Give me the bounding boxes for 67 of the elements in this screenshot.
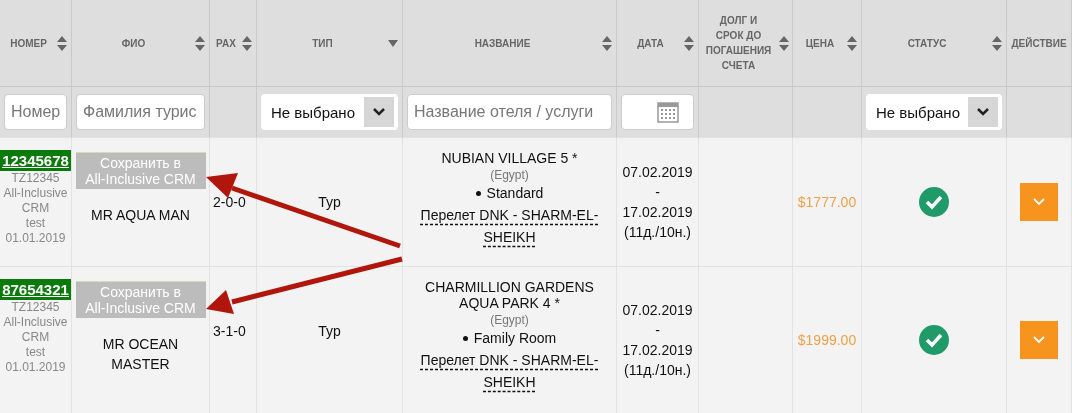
pax-text: 3-1-0: [213, 322, 247, 341]
country-text: (Egypt): [490, 167, 529, 184]
date-text: 17.02.2019: [622, 341, 693, 360]
order-meta-text: All-Inclusive: [3, 186, 68, 201]
date-text: (11д./10н.): [624, 223, 691, 242]
order-meta-text: test: [25, 345, 46, 360]
calendar-icon: [657, 101, 679, 123]
sort-icon[interactable]: [992, 35, 1002, 51]
order-meta-text: 01.01.2019: [5, 231, 66, 246]
filter-select[interactable]: Не выбрано: [866, 94, 1002, 130]
sort-icon[interactable]: [195, 35, 205, 51]
filter-input[interactable]: Номер: [4, 94, 67, 130]
chevron-down-icon: [1033, 336, 1045, 344]
order-number-link[interactable]: 87654321: [0, 279, 71, 300]
date-filter-field[interactable]: [621, 94, 694, 130]
order-meta-text: CRM: [21, 201, 50, 216]
price-text: $1999.00: [797, 332, 857, 348]
sort-icon[interactable]: [779, 35, 790, 51]
room-type: Family Room: [473, 329, 557, 347]
column-header[interactable]: НАЗВАНИЕ: [407, 35, 598, 51]
tourist-name: MR AQUA MAN: [90, 206, 191, 225]
sort-icon[interactable]: [242, 35, 252, 51]
room-type: Standard: [486, 184, 544, 202]
date-text: -: [655, 183, 660, 202]
flight-link[interactable]: Перелет DNK - SHARM-EL-SHEIKH: [417, 204, 602, 248]
date-text: 17.02.2019: [622, 203, 693, 222]
chevron-down-icon: [1033, 198, 1045, 206]
filter-input[interactable]: Фамилия турис: [76, 94, 205, 130]
type-text: Тур: [318, 193, 341, 212]
date-text: -: [655, 321, 660, 340]
sort-down-icon[interactable]: [388, 39, 398, 47]
order-number-link[interactable]: 12345678: [0, 150, 71, 171]
chevron-down-icon: [977, 108, 989, 116]
sort-icon[interactable]: [684, 35, 694, 51]
bullet-icon: [475, 190, 481, 196]
sort-icon[interactable]: [57, 35, 67, 51]
bullet-icon: [462, 335, 468, 341]
hotel-name: NUBIAN VILLAGE 5 *: [441, 150, 578, 166]
column-header[interactable]: ФИО: [76, 35, 191, 51]
price-text: $1777.00: [797, 194, 857, 210]
column-header[interactable]: ДЕЙСТВИЕ: [1011, 35, 1067, 51]
order-meta-text: All-Inclusive: [3, 315, 68, 330]
column-header[interactable]: PAX: [214, 35, 238, 51]
sort-icon[interactable]: [847, 35, 857, 51]
order-meta-text: test: [25, 216, 46, 231]
order-meta-text: CRM: [21, 330, 50, 345]
column-header[interactable]: ЦЕНА: [797, 35, 843, 51]
column-header[interactable]: ДАТА: [621, 35, 680, 51]
column-header[interactable]: СТАТУС: [866, 35, 988, 51]
date-text: (11д./10н.): [624, 361, 691, 380]
chevron-down-icon: [373, 108, 385, 116]
filter-select[interactable]: Не выбрано: [261, 94, 398, 130]
column-header[interactable]: НОМЕР: [4, 35, 53, 51]
filter-input[interactable]: Название отеля / услуги: [407, 94, 612, 130]
date-text: 07.02.2019: [622, 301, 693, 320]
country-text: (Egypt): [490, 312, 529, 329]
sort-icon[interactable]: [602, 35, 612, 51]
tourist-name: MR OCEAN MASTER: [101, 335, 180, 374]
column-header[interactable]: ТИП: [261, 35, 384, 51]
type-text: Тур: [318, 322, 341, 341]
hotel-name: CHARMILLION GARDENS AQUA PARK 4 *: [424, 279, 595, 311]
order-meta-text: 01.01.2019: [5, 360, 66, 375]
order-meta-text: TZ12345: [11, 171, 60, 186]
flight-link[interactable]: Перелет DNK - SHARM-EL-SHEIKH: [417, 349, 602, 393]
date-text: 07.02.2019: [622, 163, 693, 182]
order-meta-text: TZ12345: [11, 300, 60, 315]
pax-text: 2-0-0: [213, 193, 247, 212]
